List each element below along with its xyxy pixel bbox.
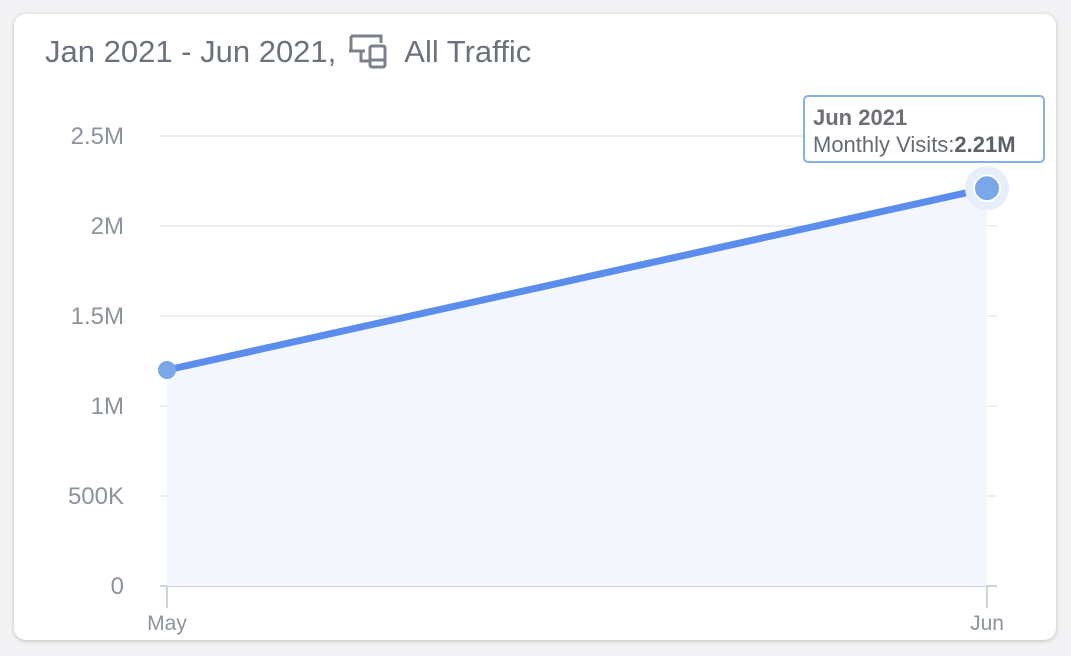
y-tick-label: 1.5M xyxy=(71,303,124,330)
y-tick-label: 2M xyxy=(91,213,124,240)
traffic-chart-card: 0 500K 1M 1.5M 2M 2.5M May Jun Jan 2021 - Jun 2… xyxy=(14,14,1056,640)
y-tick-label: 0 xyxy=(111,573,124,600)
data-point-highlighted xyxy=(973,174,1001,203)
tooltip-label: Monthly Visits: xyxy=(813,132,955,157)
y-tick-label: 1M xyxy=(91,393,124,420)
chart-header: Jan 2021 - Jun 2021, All Traffic xyxy=(45,30,531,74)
multi-device-icon xyxy=(348,32,390,72)
y-tick-label: 2.5M xyxy=(71,123,124,150)
x-tick-label: May xyxy=(147,612,187,635)
tooltip-body: Monthly Visits:2.21M xyxy=(813,131,1043,158)
y-tick-label: 500K xyxy=(68,483,124,510)
data-point xyxy=(158,361,176,379)
area-fill xyxy=(167,188,987,586)
tooltip-title: Jun 2021 xyxy=(813,105,908,130)
tooltip-value: 2.21M xyxy=(954,132,1016,157)
data-tooltip: Jun 2021 Monthly Visits:2.21M xyxy=(803,95,1045,163)
header-separator: , xyxy=(327,34,337,69)
traffic-filter-label[interactable]: All Traffic xyxy=(404,34,531,70)
x-tick-label: Jun xyxy=(970,612,1004,635)
date-range-label: Jan 2021 - Jun 2021 xyxy=(45,34,328,69)
